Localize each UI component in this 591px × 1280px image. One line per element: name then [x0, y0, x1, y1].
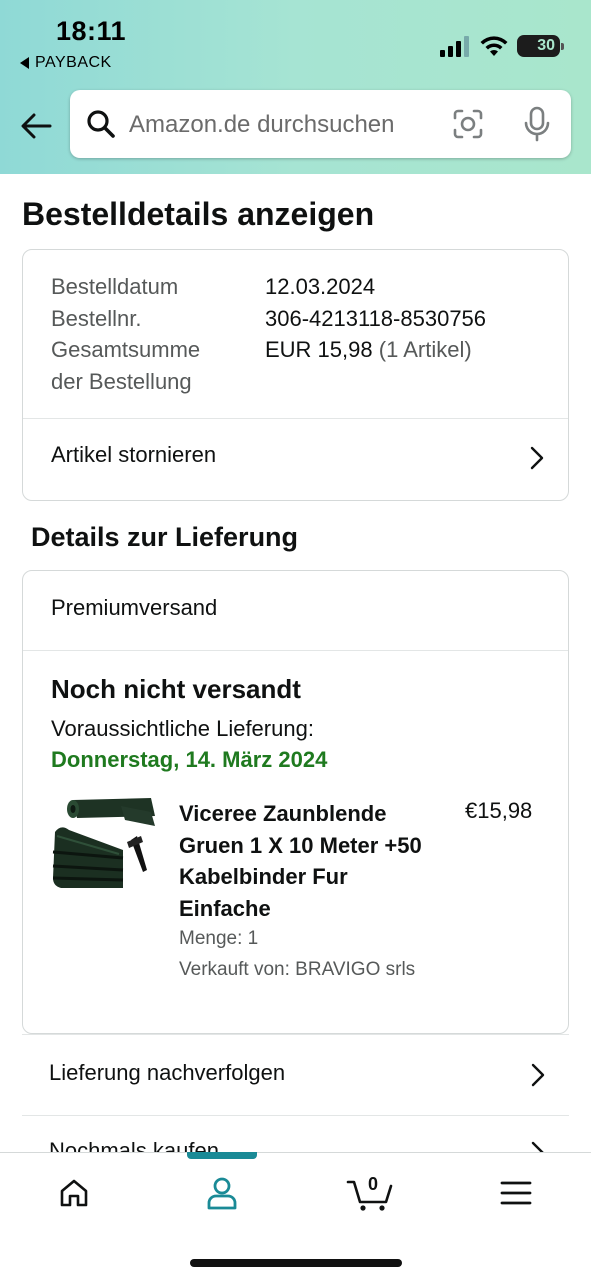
delivery-card: Premiumversand Noch nicht versandt Vorau…: [22, 570, 569, 1034]
camera-scan-icon[interactable]: [452, 108, 484, 140]
track-delivery-row[interactable]: Lieferung nachverfolgen: [22, 1034, 569, 1116]
shipment-status: Noch nicht versandt: [51, 674, 301, 704]
buy-again-row[interactable]: Nochmals kaufen: [22, 1116, 569, 1156]
arrow-left-icon: [21, 113, 52, 139]
divider: [23, 650, 568, 651]
chevron-right-icon: [531, 1063, 545, 1087]
account-icon: [207, 1177, 237, 1210]
cellular-signal-icon: [440, 36, 469, 57]
search-bar[interactable]: Amazon.de durchsuchen: [70, 90, 571, 158]
back-triangle-icon: [20, 57, 29, 69]
product-image[interactable]: [51, 796, 157, 900]
page-title: Bestelldetails anzeigen: [22, 196, 375, 232]
order-date-label: Bestelldatum: [51, 274, 179, 299]
order-number-label: Bestellnr.: [51, 306, 142, 331]
battery-level: 30: [537, 37, 555, 54]
order-summary-card: Bestelldatum 12.03.2024 Bestellnr. 306-4…: [22, 249, 569, 501]
shipping-method: Premiumversand: [51, 595, 218, 620]
product-quantity: Menge: 1: [179, 928, 259, 949]
order-total-value: EUR 15,98 (1 Artikel): [265, 337, 472, 363]
cart-count: 0: [368, 1174, 378, 1194]
expected-delivery-date: Donnerstag, 14. März 2024: [51, 747, 328, 772]
track-delivery-label: Lieferung nachverfolgen: [49, 1060, 286, 1085]
expected-delivery-label: Voraussichtliche Lieferung:: [51, 716, 314, 741]
back-to-app-link[interactable]: PAYBACK: [20, 54, 112, 72]
product-price: €15,98: [465, 798, 533, 823]
home-icon: [60, 1179, 88, 1207]
microphone-icon[interactable]: [524, 106, 550, 142]
battery-icon: 30: [517, 35, 564, 57]
nav-account[interactable]: [192, 1173, 252, 1213]
order-total-label-line2: der Bestellung: [51, 369, 192, 394]
product-seller: Verkauft von: BRAVIGO srls: [179, 959, 416, 980]
order-number-value: 306-4213118-8530756: [265, 306, 487, 331]
menu-icon: [500, 1181, 532, 1205]
search-input[interactable]: Amazon.de durchsuchen: [129, 111, 395, 139]
order-total-amount: EUR 15,98: [265, 337, 373, 362]
order-item-count: (1 Artikel): [378, 337, 472, 362]
order-date-value: 12.03.2024: [265, 274, 376, 299]
nav-cart[interactable]: 0: [340, 1173, 400, 1213]
cart-icon: 0: [346, 1174, 393, 1211]
wifi-icon: [480, 36, 508, 56]
search-icon: [87, 110, 115, 138]
back-app-label: PAYBACK: [35, 54, 112, 71]
cancel-items-link[interactable]: Artikel stornieren: [51, 442, 216, 468]
back-button[interactable]: [18, 108, 54, 144]
chevron-right-icon: [530, 446, 544, 470]
divider: [23, 418, 568, 419]
nav-menu[interactable]: [486, 1173, 546, 1213]
active-tab-indicator: [187, 1152, 257, 1159]
status-time: 18:11: [56, 16, 127, 46]
order-total-label-line1: Gesamtsumme: [51, 337, 201, 362]
nav-home[interactable]: [44, 1173, 104, 1213]
delivery-section-title: Details zur Lieferung: [31, 522, 299, 552]
product-name-link[interactable]: Viceree Zaunblende Gruen 1 X 10 Meter +5…: [179, 798, 439, 924]
home-indicator: [190, 1259, 402, 1267]
